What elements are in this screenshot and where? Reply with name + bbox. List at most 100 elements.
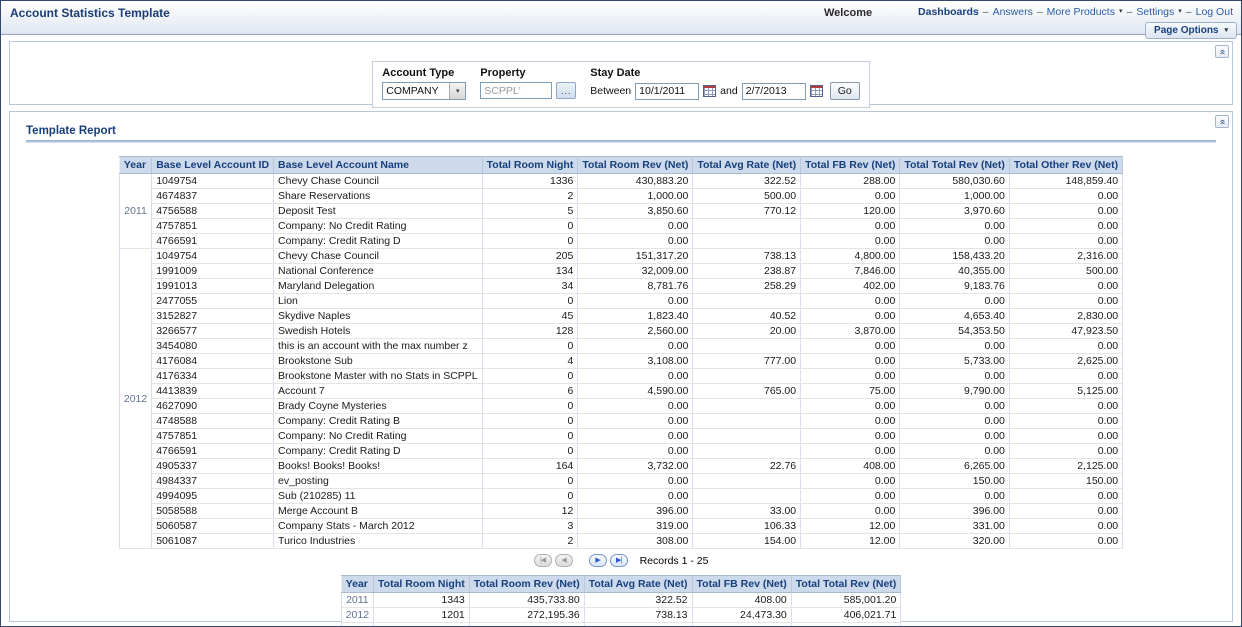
table-cell: 4 (482, 354, 578, 369)
table-cell: 0.00 (578, 429, 693, 444)
table-cell: 777.00 (693, 354, 801, 369)
previous-page-button[interactable]: ◀ (555, 554, 573, 567)
nav-dashboards[interactable]: Dashboards (918, 6, 979, 18)
table-cell: 0.00 (578, 339, 693, 354)
nav-answers[interactable]: Answers (993, 6, 1033, 18)
table-cell: 3,108.00 (578, 354, 693, 369)
table-row: 4905337Books! Books! Books!1643,732.0022… (119, 459, 1122, 474)
table-row: 3152827Skydive Naples451,823.4040.520.00… (119, 309, 1122, 324)
table-cell: 1,823.40 (578, 309, 693, 324)
chevron-down-icon[interactable]: ▾ (449, 83, 465, 99)
table-cell: 4,800.00 (801, 249, 900, 264)
table-cell: 435,733.80 (469, 593, 584, 608)
table-cell (693, 414, 801, 429)
table-cell: 500.00 (1009, 264, 1122, 279)
chevron-up-icon: « (1217, 49, 1227, 55)
filter-section: « Account Type COMPANY ▾ Property ... St… (9, 41, 1233, 105)
table-cell: 4766591 (152, 444, 274, 459)
table-cell: Lion (274, 294, 483, 309)
table-cell: 40,355.00 (900, 264, 1010, 279)
table-cell: 1201 (374, 608, 470, 623)
account-type-select[interactable]: COMPANY ▾ (382, 82, 466, 100)
table-cell: 158,433.20 (900, 249, 1010, 264)
table-row: 20121049754Chevy Chase Council205151,317… (119, 249, 1122, 264)
table-cell: 7,846.00 (801, 264, 900, 279)
summary-table: Year Total Room Night Total Room Rev (Ne… (341, 575, 902, 627)
account-type-label: Account Type (382, 67, 466, 79)
chevron-down-icon[interactable]: ▾ (1119, 8, 1123, 16)
stay-date-to-input[interactable] (742, 83, 806, 100)
table-cell: Company Stats - March 2012 (274, 519, 483, 534)
property-browse-button[interactable]: ... (556, 82, 576, 99)
table-row: 4994095Sub (210285) 1100.000.000.000.00 (119, 489, 1122, 504)
nav-settings[interactable]: Settings (1136, 6, 1174, 18)
table-cell: 0.00 (1009, 234, 1122, 249)
table-row: 4756588Deposit Test53,850.60770.12120.00… (119, 204, 1122, 219)
table-row: 4766591Company: Credit Rating D00.000.00… (119, 234, 1122, 249)
table-cell: 0 (482, 474, 578, 489)
table-cell: 580,030.60 (900, 174, 1010, 189)
page-options-button[interactable]: Page Options ▾ (1145, 22, 1237, 39)
table-cell: 0.00 (1009, 369, 1122, 384)
table-cell (693, 294, 801, 309)
pagination: |◀ ◀ ▶ ▶| Records 1 - 25 (10, 554, 1232, 567)
collapse-section-button[interactable]: « (1215, 115, 1229, 128)
stay-date-from-input[interactable] (635, 83, 699, 100)
col-header-room-night: Total Room Night (482, 157, 578, 174)
table-cell: 5060587 (152, 519, 274, 534)
next-page-button[interactable]: ▶ (589, 554, 607, 567)
table-cell: 4,590.00 (578, 384, 693, 399)
report-title: Template Report (26, 125, 1232, 137)
calendar-icon[interactable] (810, 85, 823, 97)
table-cell: 738.13 (584, 608, 692, 623)
table-cell: 0.00 (801, 489, 900, 504)
table-cell: 0.00 (1009, 294, 1122, 309)
table-cell: 47,923.50 (1009, 324, 1122, 339)
calendar-icon[interactable] (703, 85, 716, 97)
table-cell: 164 (482, 459, 578, 474)
table-cell: 0.00 (801, 399, 900, 414)
table-cell: 8 (374, 623, 470, 627)
table-cell: 0 (482, 414, 578, 429)
col-header-total-rev: Total Total Rev (Net) (900, 157, 1010, 174)
table-cell: 33.00 (693, 504, 801, 519)
table-cell: 1,000.00 (578, 189, 693, 204)
table-cell: 322.52 (693, 174, 801, 189)
table-cell: 585,001.20 (791, 593, 901, 608)
col-header-fb-rev: Total FB Rev (Net) (801, 157, 900, 174)
table-cell: 0 (482, 294, 578, 309)
table-row: 20121201272,195.36738.1324,473.30406,021… (341, 608, 901, 623)
chevron-down-icon[interactable]: ▾ (1178, 8, 1182, 16)
table-cell: 0.00 (801, 504, 900, 519)
table-cell: 0.00 (578, 219, 693, 234)
table-cell: 45 (482, 309, 578, 324)
table-cell: 408.00 (692, 593, 791, 608)
first-page-button[interactable]: |◀ (534, 554, 552, 567)
go-button[interactable]: Go (830, 82, 860, 100)
table-cell: 1991013 (152, 279, 274, 294)
table-row: 20138766.00100.00168.001,496.50 (341, 623, 901, 627)
table-cell: Swedish Hotels (274, 324, 483, 339)
table-cell: 0.00 (578, 234, 693, 249)
table-cell: 0 (482, 399, 578, 414)
table-cell: Company: No Credit Rating (274, 219, 483, 234)
table-cell: Merge Account B (274, 504, 483, 519)
table-cell: 0.00 (578, 489, 693, 504)
sum-col-header-room-night: Total Room Night (374, 576, 470, 593)
table-cell: Company: Credit Rating B (274, 414, 483, 429)
collapse-section-button[interactable]: « (1215, 45, 1229, 58)
global-nav: Dashboards – Answers – More Products ▾ –… (918, 6, 1233, 18)
table-cell: 2477055 (152, 294, 274, 309)
nav-more-products[interactable]: More Products (1047, 6, 1115, 18)
table-cell: 500.00 (693, 189, 801, 204)
nav-separator: – (1037, 6, 1043, 18)
table-cell: 0.00 (801, 444, 900, 459)
table-cell: 2,625.00 (1009, 354, 1122, 369)
table-cell: 0.00 (801, 414, 900, 429)
last-page-button[interactable]: ▶| (610, 554, 628, 567)
year-group-cell: 2011 (119, 174, 151, 249)
year-cell: 2011 (341, 593, 373, 608)
main-report-table: Year Base Level Account ID Base Level Ac… (119, 156, 1123, 549)
nav-log-out[interactable]: Log Out (1196, 6, 1233, 18)
property-input[interactable] (480, 82, 552, 99)
